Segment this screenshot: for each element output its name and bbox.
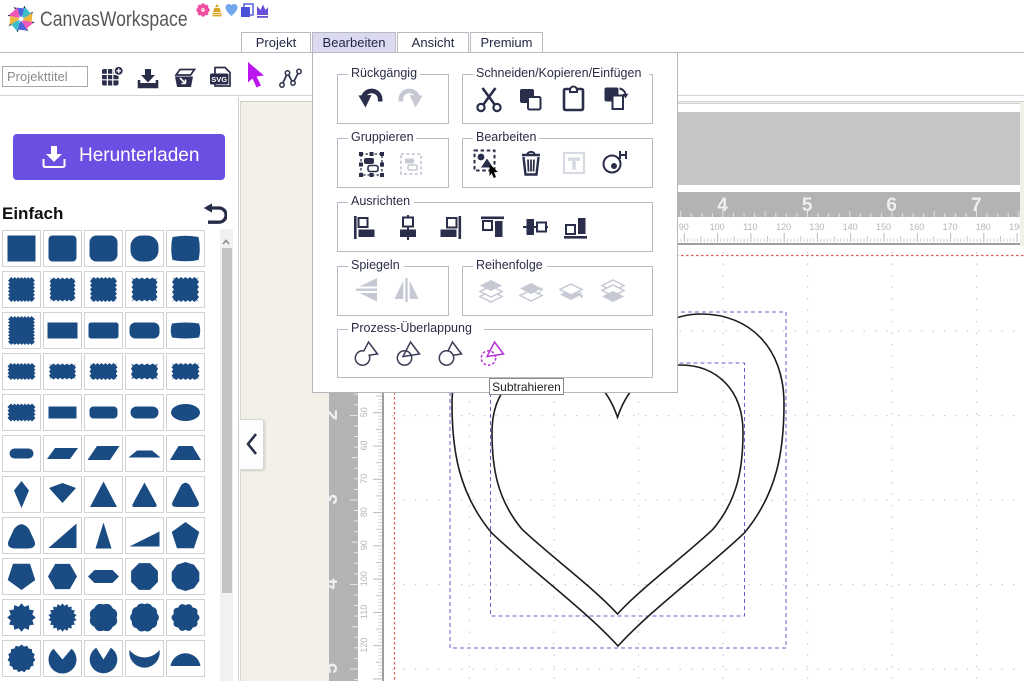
svg-text:90: 90 xyxy=(679,222,689,232)
svg-text:190: 190 xyxy=(1009,222,1020,232)
svg-text:140: 140 xyxy=(843,222,858,232)
svg-text:SVG: SVG xyxy=(211,75,227,84)
svg-text:110: 110 xyxy=(743,222,757,232)
svg-text:170: 170 xyxy=(943,222,958,232)
svg-text:60: 60 xyxy=(359,440,369,450)
svg-text:2: 2 xyxy=(321,410,342,421)
svg-text:3: 3 xyxy=(321,494,342,505)
svg-text:90: 90 xyxy=(359,540,369,550)
svg-text:100: 100 xyxy=(359,571,369,586)
svg-text:5: 5 xyxy=(321,663,342,674)
svg-text:180: 180 xyxy=(976,222,991,232)
svg-text:110: 110 xyxy=(359,605,369,619)
svg-text:100: 100 xyxy=(710,222,725,232)
svg-text:120: 120 xyxy=(359,638,369,653)
svg-text:150: 150 xyxy=(876,222,891,232)
svg-text:130: 130 xyxy=(809,222,824,232)
svg-text:80: 80 xyxy=(359,507,369,517)
svg-text:120: 120 xyxy=(776,222,791,232)
svg-text:70: 70 xyxy=(359,474,369,484)
svg-text:4: 4 xyxy=(321,578,342,589)
svg-text:160: 160 xyxy=(909,222,924,232)
svg-text:50: 50 xyxy=(359,407,369,417)
